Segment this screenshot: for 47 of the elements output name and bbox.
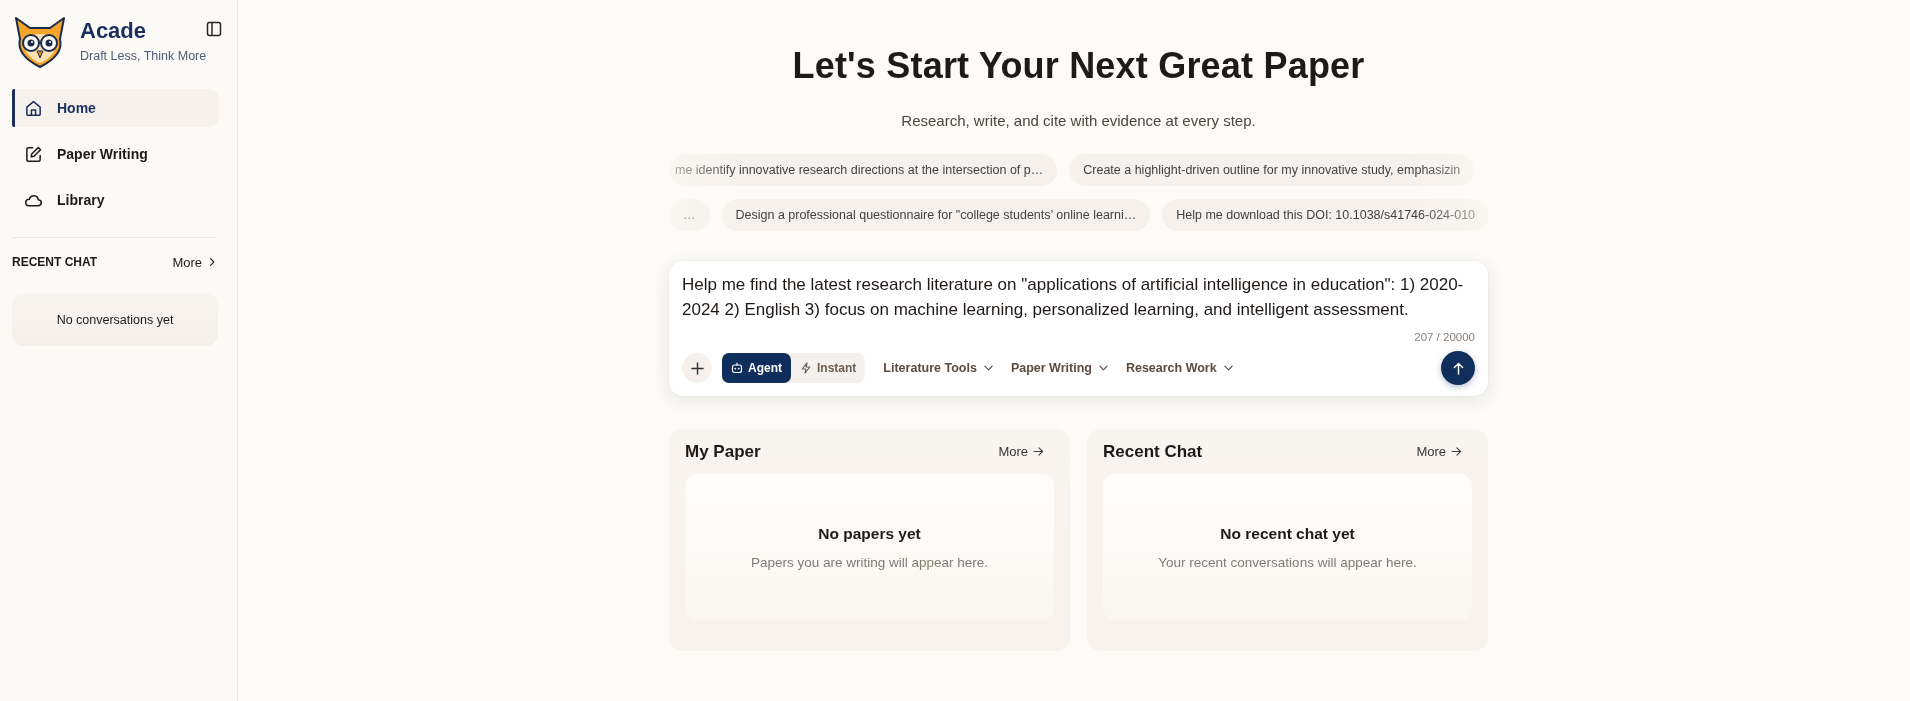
add-button[interactable] (682, 353, 712, 383)
owl-logo-icon (12, 15, 68, 69)
suggestion-chip[interactable]: Help me download this DOI: 10.1038/s41746-024-010 (1162, 199, 1490, 231)
caret-down-icon (1098, 365, 1108, 371)
prompt-box[interactable] (669, 261, 1488, 396)
nav-item[interactable]: Home (12, 89, 219, 127)
more-link[interactable]: More (172, 254, 215, 270)
mode-tab[interactable]: Agent (722, 353, 791, 383)
panel-title: My Paper (685, 441, 761, 462)
more-link[interactable]: More (998, 444, 1044, 459)
more-link[interactable]: More (1416, 444, 1462, 459)
dropdown-menu-button[interactable]: Research Work (1125, 353, 1233, 383)
empty-title: No papers yet (818, 524, 921, 544)
page-title: Let's Start Your Next Great Paper (792, 44, 1365, 88)
empty-message: Papers you are writing will appear here. (750, 554, 989, 572)
dropdown-menu-button[interactable]: Literature Tools (883, 353, 993, 383)
mode-tab[interactable]: Instant (791, 353, 866, 383)
panel-title: Recent Chat (1103, 441, 1203, 462)
caret-down-icon (983, 365, 993, 371)
arrow-up-icon (1452, 361, 1464, 375)
arrow-right-icon (1451, 447, 1462, 456)
nav-item[interactable]: Paper Writing (12, 135, 219, 173)
empty-title: No recent chat yet (1220, 524, 1355, 544)
nav-item[interactable]: Library (12, 181, 219, 219)
recent-chat-heading: RECENT CHAT (12, 255, 98, 269)
send-button[interactable] (1441, 351, 1475, 385)
sidebar-toggle-button[interactable] (206, 21, 223, 37)
brand-name: Acade (80, 19, 148, 43)
dropdown-menu-button[interactable]: Paper Writing (1010, 353, 1108, 383)
suggestion-chip[interactable]: me identify innovative research directions at the intersection of p… (669, 154, 1058, 186)
lightning-icon (800, 362, 812, 374)
edit-icon (24, 144, 43, 164)
page-subtitle: Research, write, and cite with evidence at every step. (901, 111, 1256, 131)
robot-icon (731, 362, 743, 374)
arrow-right-icon (1033, 447, 1044, 456)
empty-message: Your recent conversations will appear here. (1158, 554, 1417, 572)
empty-message: No conversations yet (56, 312, 174, 327)
brand-tagline: Draft Less, Think More (80, 49, 207, 63)
plus-icon (690, 361, 704, 375)
sidebar-toggle-icon (206, 21, 223, 37)
home-icon (24, 98, 43, 118)
chevron-right-icon (209, 257, 215, 267)
character-counter: 207 / 20000 (1414, 330, 1475, 344)
message-input[interactable]: Help me find the latest research literature on "applications of artificial intelligence in education": 1) 2020-2024 2) English 3) focus on machine learning, personalized learning, and intelligent assessment. (682, 272, 1475, 322)
suggestion-chip[interactable]: Design a professional questionnaire for "college students’ online learni… (721, 199, 1151, 231)
suggestion-chip[interactable]: Create a highlight-driven outline for my innovative study, emphasizin (1069, 154, 1475, 186)
caret-down-icon (1223, 365, 1233, 371)
